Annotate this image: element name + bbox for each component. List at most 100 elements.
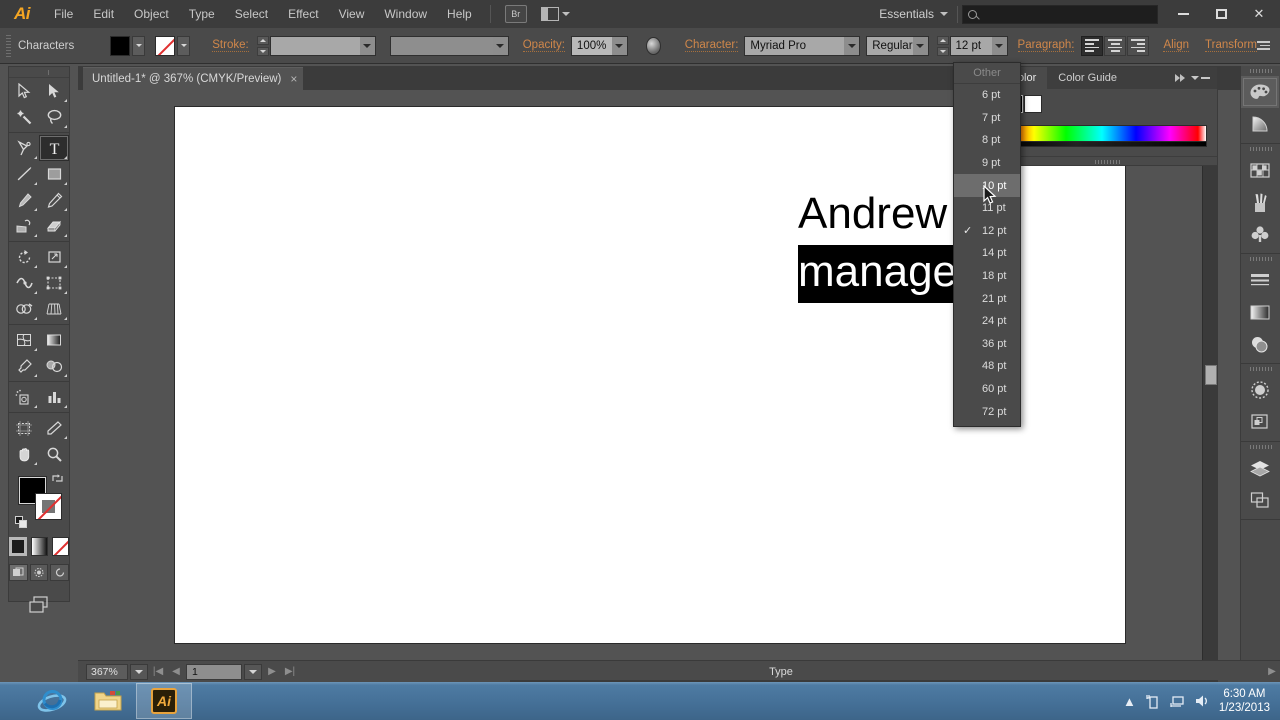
chevron-down-icon[interactable] [912, 36, 928, 55]
align-center-button[interactable] [1104, 35, 1127, 56]
menu-file[interactable]: File [44, 0, 83, 28]
color-panel-stroke-swatch[interactable] [1024, 95, 1042, 113]
dock-group-grip[interactable] [1241, 442, 1280, 452]
color-spectrum-ramp[interactable] [1005, 125, 1207, 142]
stroke-label[interactable]: Stroke: [212, 39, 249, 52]
close-icon[interactable]: × [290, 73, 297, 85]
size-menu-item-12pt[interactable]: ✓ 12 pt [954, 220, 1020, 243]
font-size-dropdown-menu[interactable]: Other 6 pt 7 pt 8 pt 9 pt 10 pt 11 pt ✓ … [953, 62, 1021, 427]
size-menu-item-36pt[interactable]: 36 pt [954, 333, 1020, 356]
menu-window[interactable]: Window [374, 0, 437, 28]
font-style-field[interactable]: Regular [866, 35, 929, 56]
eraser-tool[interactable] [39, 213, 69, 239]
size-menu-item-21pt[interactable]: 21 pt [954, 287, 1020, 310]
dock-group-grip[interactable] [1241, 144, 1280, 154]
rotate-tool[interactable] [9, 244, 39, 270]
font-size-field[interactable]: 12 pt [949, 35, 1008, 56]
document-tab[interactable]: Untitled-1* @ 367% (CMYK/Preview) × [83, 67, 304, 90]
network-icon[interactable] [1169, 693, 1185, 709]
swap-fill-stroke-icon[interactable] [52, 473, 63, 484]
opacity-mask-icon[interactable] [645, 36, 661, 55]
blob-brush-tool[interactable] [9, 213, 39, 239]
stroke-panel-icon[interactable] [1241, 264, 1279, 296]
chevron-down-icon[interactable] [492, 36, 508, 55]
menu-view[interactable]: View [329, 0, 375, 28]
opacity-label[interactable]: Opacity: [522, 39, 565, 52]
none-button[interactable] [51, 537, 69, 556]
paragraph-label[interactable]: Paragraph: [1017, 39, 1075, 52]
eyedropper-tool[interactable] [9, 353, 39, 379]
zoom-dropdown-button[interactable] [130, 663, 148, 680]
tab-color-guide[interactable]: Color Guide [1047, 67, 1128, 89]
type-tool[interactable]: T [39, 135, 69, 161]
canvas-area[interactable]: Andrew th manage [78, 90, 1218, 660]
bridge-button[interactable]: Br [504, 5, 527, 23]
draw-behind-button[interactable] [29, 564, 49, 581]
slice-tool[interactable] [39, 415, 69, 441]
size-menu-item-7pt[interactable]: 7 pt [954, 107, 1020, 130]
layers-panel-icon[interactable] [1241, 452, 1279, 484]
next-artboard-icon[interactable]: ▶ [264, 666, 280, 677]
tools-panel-grip[interactable] [9, 67, 69, 78]
symbols-panel-icon[interactable] [1241, 218, 1279, 250]
menu-edit[interactable]: Edit [83, 0, 124, 28]
search-input[interactable] [962, 5, 1158, 24]
size-menu-item-8pt[interactable]: 8 pt [954, 129, 1020, 152]
menu-help[interactable]: Help [437, 0, 482, 28]
shape-builder-tool[interactable] [9, 296, 39, 322]
status-tool-indicator[interactable]: Type [769, 666, 793, 678]
scale-tool[interactable] [39, 244, 69, 270]
fill-dropdown-button[interactable] [132, 35, 146, 56]
free-transform-tool[interactable] [39, 270, 69, 296]
menu-type[interactable]: Type [179, 0, 225, 28]
gradient-tool[interactable] [39, 327, 69, 353]
close-button[interactable]: ✕ [1240, 2, 1278, 26]
canvas-text-line-2-selected[interactable]: manage [798, 245, 958, 303]
stroke-weight-field[interactable] [269, 35, 376, 56]
file-explorer-icon[interactable] [80, 683, 136, 719]
vertical-scrollbar-thumb[interactable] [1205, 365, 1217, 385]
color-panel-resize-grip[interactable] [999, 156, 1217, 165]
column-graph-tool[interactable] [39, 384, 69, 410]
size-menu-item-6pt[interactable]: 6 pt [954, 84, 1020, 107]
gradient-panel-icon[interactable] [1241, 296, 1279, 328]
dock-group-grip[interactable] [1241, 66, 1280, 76]
show-hidden-icons-icon[interactable]: ▲ [1123, 694, 1136, 709]
dock-group-grip[interactable] [1241, 254, 1280, 264]
transparency-panel-icon[interactable] [1241, 328, 1279, 360]
transform-link[interactable]: Transform [1205, 39, 1257, 52]
opacity-field[interactable]: 100% [570, 35, 628, 56]
control-bar-grip[interactable] [6, 34, 11, 57]
blend-tool[interactable] [39, 353, 69, 379]
gradient-button[interactable] [30, 537, 48, 556]
width-tool[interactable] [9, 270, 39, 296]
size-menu-item-18pt[interactable]: 18 pt [954, 265, 1020, 288]
stroke-swatch[interactable] [155, 35, 176, 56]
default-fill-stroke-icon[interactable] [15, 516, 28, 529]
pen-tool[interactable] [9, 135, 39, 161]
zoom-level-field[interactable]: 367% [86, 663, 128, 680]
chevron-down-icon[interactable] [611, 36, 627, 55]
artboards-panel-icon[interactable] [1241, 484, 1279, 516]
align-right-button[interactable] [1127, 35, 1150, 56]
color-button[interactable] [9, 537, 27, 556]
flash-drive-icon[interactable] [1145, 693, 1160, 709]
character-label[interactable]: Character: [684, 39, 739, 52]
appearance-panel-icon[interactable] [1241, 374, 1279, 406]
hand-tool[interactable] [9, 441, 39, 467]
control-bar-menu-icon[interactable] [1257, 41, 1270, 50]
chevron-down-icon[interactable] [359, 36, 375, 55]
align-left-button[interactable] [1081, 35, 1104, 56]
workspace-switcher[interactable]: Essentials [879, 0, 948, 28]
size-menu-item-60pt[interactable]: 60 pt [954, 378, 1020, 401]
pencil-tool[interactable] [39, 187, 69, 213]
chevron-down-icon[interactable] [844, 36, 860, 55]
illustrator-icon[interactable]: Ai [136, 683, 192, 719]
fill-swatch[interactable] [110, 35, 131, 56]
size-menu-item-24pt[interactable]: 24 pt [954, 310, 1020, 333]
font-family-field[interactable]: Myriad Pro [744, 35, 861, 56]
dock-group-grip[interactable] [1241, 364, 1280, 374]
clock[interactable]: 6:30 AM 1/23/2013 [1219, 687, 1270, 715]
direct-selection-tool[interactable] [39, 78, 69, 104]
graphic-styles-panel-icon[interactable] [1241, 406, 1279, 438]
